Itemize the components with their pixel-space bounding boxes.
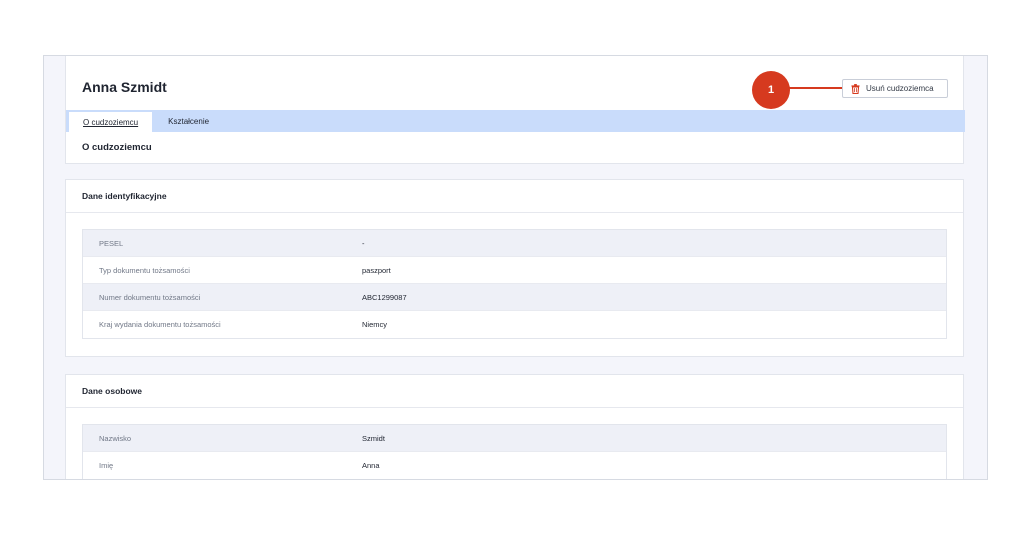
person-header: Anna Szmidt Usuń cudzoziemca O cudzoziem…	[65, 56, 965, 164]
tab-education[interactable]: Kształcenie	[152, 110, 225, 132]
first-name-label: Imię	[99, 461, 114, 470]
document-number-label: Numer dokumentu tożsamości	[99, 292, 201, 302]
issuing-country-label: Kraj wydania dokumentu tożsamości	[99, 320, 221, 329]
pesel-label: PESEL	[99, 238, 124, 248]
annotation-badge: 1	[752, 71, 790, 109]
identification-card: Dane identyfikacyjne PESEL - Typ dokumen…	[65, 179, 964, 357]
identification-table: PESEL - Typ dokumentu tożsamości paszpor…	[82, 229, 947, 339]
delete-foreigner-button[interactable]: Usuń cudzoziemca	[842, 79, 948, 98]
surname-label: Nazwisko	[99, 433, 132, 443]
pesel-value: -	[362, 238, 365, 248]
delete-foreigner-label: Usuń cudzoziemca	[866, 84, 934, 93]
tab-bar: O cudzoziemcu Kształcenie	[66, 110, 965, 132]
issuing-country-value: Niemcy	[362, 320, 388, 329]
personal-data-table: Nazwisko Szmidt Imię Anna	[82, 424, 947, 479]
table-row: PESEL -	[83, 230, 946, 257]
tab-about[interactable]: O cudzoziemcu	[69, 112, 153, 132]
page-title: Anna Szmidt	[82, 79, 167, 95]
identification-title: Dane identyfikacyjne	[66, 180, 963, 213]
table-row: Imię Anna	[83, 452, 946, 479]
first-name-value: Anna	[362, 461, 380, 470]
annotation-pointer	[788, 87, 842, 89]
table-row: Typ dokumentu tożsamości paszport	[83, 257, 946, 284]
document-type-label: Typ dokumentu tożsamości	[99, 265, 190, 275]
about-section-title: O cudzoziemcu	[82, 142, 152, 153]
surname-value: Szmidt	[362, 433, 385, 443]
table-row: Nazwisko Szmidt	[83, 425, 946, 452]
personal-data-title: Dane osobowe	[66, 375, 963, 408]
page-frame: Anna Szmidt Usuń cudzoziemca O cudzoziem…	[43, 55, 988, 480]
personal-data-card: Dane osobowe Nazwisko Szmidt Imię Anna	[65, 374, 964, 479]
document-type-value: paszport	[362, 265, 391, 275]
table-row: Kraj wydania dokumentu tożsamości Niemcy	[83, 311, 946, 338]
table-row: Numer dokumentu tożsamości ABC1299087	[83, 284, 946, 311]
trash-icon	[851, 83, 860, 94]
document-number-value: ABC1299087	[362, 292, 407, 302]
